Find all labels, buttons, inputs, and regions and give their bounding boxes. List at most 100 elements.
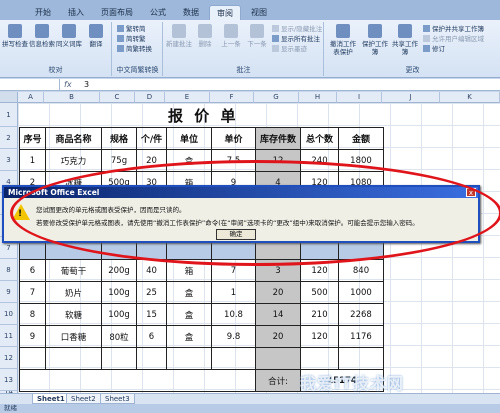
table-cell[interactable]: 箱: [166, 259, 212, 282]
row-header-11[interactable]: 11: [0, 325, 18, 347]
table-cell[interactable]: 14: [255, 303, 301, 326]
table-cell[interactable]: 2268: [338, 303, 384, 326]
table-cell[interactable]: 盒: [166, 303, 212, 326]
unprotect-sheet-button[interactable]: 撤消工作表保护: [327, 24, 359, 56]
header-cell[interactable]: 库存件数: [255, 127, 301, 150]
table-cell[interactable]: 1176: [338, 325, 384, 348]
col-header-a[interactable]: A: [18, 92, 44, 103]
table-cell[interactable]: 巧克力: [45, 149, 102, 172]
sheet-tab-1[interactable]: Sheet1: [32, 394, 70, 404]
row-header-2[interactable]: 2: [0, 127, 18, 149]
chinese-conversion-button[interactable]: 简繁转换: [117, 45, 152, 54]
name-box[interactable]: [0, 79, 60, 91]
col-header-f[interactable]: F: [210, 92, 254, 103]
research-button[interactable]: 信息检索: [29, 24, 55, 48]
table-cell[interactable]: 7.5: [211, 149, 256, 172]
ok-button[interactable]: 确定: [216, 229, 256, 240]
show-all-comments-button[interactable]: 显示所有批注: [272, 35, 320, 44]
table-cell[interactable]: 口香糖: [45, 325, 102, 348]
col-header-h[interactable]: H: [299, 92, 337, 103]
table-cell[interactable]: 葡萄干: [45, 259, 102, 282]
table-cell[interactable]: 6: [136, 325, 167, 348]
sheet-tab-2[interactable]: Sheet2: [66, 394, 101, 404]
header-cell[interactable]: 总个数: [300, 127, 339, 150]
table-cell[interactable]: 9.8: [211, 325, 256, 348]
table-cell[interactable]: 盒: [166, 281, 212, 304]
sheet-tab-3[interactable]: Sheet3: [100, 394, 135, 404]
row-header-13[interactable]: 13: [0, 369, 18, 391]
share-workbook-button[interactable]: 共享工作簿: [391, 24, 419, 56]
close-icon[interactable]: x: [466, 188, 476, 197]
header-cell[interactable]: 序号: [19, 127, 46, 150]
table-cell[interactable]: 1: [211, 281, 256, 304]
col-header-k[interactable]: K: [440, 92, 500, 103]
table-cell[interactable]: 15: [136, 303, 167, 326]
table-cell[interactable]: 80粒: [101, 325, 137, 348]
col-header-j[interactable]: J: [382, 92, 440, 103]
row-header-8[interactable]: 8: [0, 259, 18, 281]
table-cell[interactable]: 500: [300, 281, 339, 304]
row-header-3[interactable]: 3: [0, 149, 18, 171]
table-cell[interactable]: 1800: [338, 149, 384, 172]
header-cell[interactable]: 商品名称: [45, 127, 102, 150]
table-cell[interactable]: 软糖: [45, 303, 102, 326]
table-cell[interactable]: 200g: [101, 259, 137, 282]
show-ink-button[interactable]: 显示墨迹: [272, 45, 307, 54]
tab-home[interactable]: 开始: [28, 5, 58, 20]
table-cell[interactable]: 奶片: [45, 281, 102, 304]
new-comment-button[interactable]: 新建批注: [166, 24, 192, 48]
table-cell[interactable]: 100g: [101, 303, 137, 326]
tab-data[interactable]: 数据: [176, 5, 206, 20]
table-cell[interactable]: 240: [300, 149, 339, 172]
row-header-9[interactable]: 9: [0, 281, 18, 303]
total-label[interactable]: 合计:: [255, 369, 301, 392]
simp-to-trad-button[interactable]: 简转繁: [117, 35, 146, 44]
col-header-c[interactable]: C: [100, 92, 135, 103]
col-header-i[interactable]: I: [337, 92, 382, 103]
protect-share-button[interactable]: 保护并共享工作簿: [423, 25, 484, 34]
header-cell[interactable]: 单价: [211, 127, 256, 150]
table-cell[interactable]: 120: [300, 259, 339, 282]
row-header-1[interactable]: 1: [0, 103, 18, 127]
allow-edit-ranges-button[interactable]: 允许用户编辑区域: [423, 35, 484, 44]
table-cell[interactable]: 10.8: [211, 303, 256, 326]
table-cell[interactable]: 9: [19, 325, 46, 348]
track-changes-button[interactable]: 修订: [423, 45, 445, 54]
table-cell[interactable]: 12: [255, 149, 301, 172]
translate-button[interactable]: 翻译: [83, 24, 109, 48]
table-cell[interactable]: 20: [255, 325, 301, 348]
table-cell[interactable]: 8: [19, 303, 46, 326]
col-header-b[interactable]: B: [44, 92, 100, 103]
header-cell[interactable]: 个/件: [136, 127, 167, 150]
table-cell[interactable]: 1000: [338, 281, 384, 304]
table-cell[interactable]: 20: [136, 149, 167, 172]
table-cell[interactable]: 840: [338, 259, 384, 282]
table-cell[interactable]: 盒: [166, 149, 212, 172]
table-cell[interactable]: 20: [255, 281, 301, 304]
table-cell[interactable]: 7: [19, 281, 46, 304]
formula-input[interactable]: 3: [84, 79, 89, 91]
table-cell[interactable]: 25: [136, 281, 167, 304]
table-cell[interactable]: 7: [211, 259, 256, 282]
tab-review[interactable]: 审阅: [209, 5, 241, 20]
table-cell[interactable]: 盒: [166, 325, 212, 348]
row-header-12[interactable]: 12: [0, 347, 18, 369]
table-cell[interactable]: 1: [19, 149, 46, 172]
col-header-e[interactable]: E: [165, 92, 210, 103]
table-cell[interactable]: 40: [136, 259, 167, 282]
spell-check-button[interactable]: 拼写检查: [2, 24, 28, 48]
trad-to-simp-button[interactable]: 繁转简: [117, 25, 146, 34]
show-hide-comment-button[interactable]: 显示/隐藏批注: [272, 25, 322, 34]
table-cell[interactable]: 100g: [101, 281, 137, 304]
tab-formulas[interactable]: 公式: [143, 5, 173, 20]
col-header-g[interactable]: G: [254, 92, 299, 103]
fx-icon[interactable]: fx: [64, 79, 72, 91]
thesaurus-button[interactable]: 同义词库: [56, 24, 82, 48]
select-all-corner[interactable]: [0, 92, 18, 103]
row-header-10[interactable]: 10: [0, 303, 18, 325]
table-cell[interactable]: 6: [19, 259, 46, 282]
table-cell[interactable]: 3: [255, 259, 301, 282]
next-comment-button[interactable]: 下一条: [244, 24, 270, 48]
header-cell[interactable]: 单位: [166, 127, 212, 150]
tab-view[interactable]: 视图: [244, 5, 274, 20]
